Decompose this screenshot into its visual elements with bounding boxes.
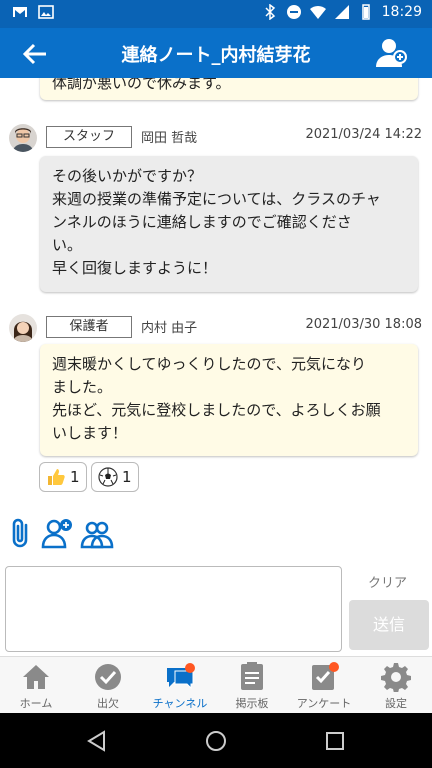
- message-input[interactable]: [5, 566, 342, 652]
- clock-time: 18:29: [381, 4, 422, 20]
- tab-survey[interactable]: アンケート: [288, 657, 360, 714]
- message-text-line: 早く回復しますように！: [52, 259, 218, 277]
- do-not-disturb-icon: [286, 5, 301, 19]
- tab-label: 設定: [385, 697, 407, 710]
- nav-back-icon[interactable]: [86, 730, 108, 752]
- bluetooth-icon: [265, 4, 275, 20]
- tab-label: アンケート: [296, 697, 352, 710]
- message-timestamp: 2021/03/24 14:22: [305, 127, 422, 142]
- attachment-toolbar: [8, 516, 114, 550]
- reaction-count: 1: [70, 468, 80, 486]
- home-icon: [23, 665, 49, 689]
- nav-home-icon[interactable]: [205, 730, 227, 752]
- members-icon[interactable]: [372, 35, 410, 73]
- message-bubble: 週末暖かくしてゆっくりしたので、元気になり ました。 先ほど、元気に登校しました…: [40, 344, 418, 456]
- tab-label: 掲示板: [235, 697, 269, 710]
- image-icon: [38, 5, 54, 19]
- signal-icon: [334, 5, 349, 19]
- reaction-thumbs-up[interactable]: 1: [39, 462, 87, 492]
- parent-avatar[interactable]: [9, 314, 37, 342]
- message-text-line: 体調が悪いので休みます。: [52, 78, 231, 92]
- status-bar: 18:29: [0, 0, 432, 28]
- check-circle-icon: [95, 664, 121, 690]
- paperclip-icon[interactable]: [8, 516, 34, 550]
- nav-recents-icon[interactable]: [325, 731, 345, 751]
- message-text-line: ました。: [52, 378, 113, 396]
- gear-icon: [381, 663, 411, 692]
- tab-settings[interactable]: 設定: [360, 657, 432, 714]
- tab-home[interactable]: ホーム: [0, 657, 72, 714]
- system-nav-bar: [0, 713, 432, 768]
- staff-avatar[interactable]: [9, 124, 37, 152]
- tab-label: チャンネル: [152, 697, 208, 710]
- reaction-count: 1: [122, 468, 132, 486]
- tab-attendance[interactable]: 出欠: [72, 657, 144, 714]
- back-arrow-icon[interactable]: [20, 39, 50, 69]
- chat-icon: [167, 663, 195, 690]
- message-bubble: その後いかがですか？ 来週の授業の準備予定については、クラスのチャ ンネルのほう…: [40, 156, 418, 292]
- message-bubble: 体調が悪いので休みます。: [40, 78, 418, 100]
- survey-icon: [312, 662, 339, 690]
- gmail-icon: [13, 7, 27, 17]
- message-text-line: 週末暖かくしてゆっくりしたので、元気になり: [52, 355, 366, 373]
- mention-group-icon[interactable]: [80, 516, 114, 550]
- soccer-ball-icon: [98, 467, 118, 487]
- role-badge: スタッフ: [46, 126, 132, 148]
- message-text-line: ンネルのほうに連絡しますのでご確認くださ: [52, 213, 352, 231]
- thumbs-up-icon: [48, 469, 65, 485]
- message-text-line: 来週の授業の準備予定については、クラスのチャ: [52, 190, 381, 208]
- message-header: 保護者 内村 由子 2021/03/30 18:08: [0, 314, 432, 342]
- message-text-line: その後いかがですか？: [52, 167, 203, 185]
- sender-name: 岡田 哲哉: [141, 131, 198, 146]
- app-bar: 連絡ノート_内村結芽花: [0, 28, 432, 78]
- tab-label: ホーム: [19, 697, 53, 710]
- message-timestamp: 2021/03/30 18:08: [305, 317, 422, 332]
- clear-button[interactable]: クリア: [368, 572, 407, 591]
- tab-channel[interactable]: チャンネル: [144, 657, 216, 714]
- wifi-icon: [309, 5, 326, 19]
- message-text-line: いします！: [52, 424, 128, 442]
- mention-user-icon[interactable]: [40, 516, 74, 550]
- sender-name: 内村 由子: [141, 321, 198, 336]
- message-list[interactable]: 体調が悪いので休みます。 スタッフ 岡田 哲哉 2021/03/24 14:22…: [0, 78, 432, 656]
- message-header: スタッフ 岡田 哲哉 2021/03/24 14:22: [0, 124, 432, 152]
- tab-label: 出欠: [97, 697, 119, 710]
- tab-board[interactable]: 掲示板: [216, 657, 288, 714]
- bottom-tab-bar: ホーム 出欠 チャンネル 掲示板 アンケート 設定: [0, 656, 432, 714]
- reaction-soccer-ball[interactable]: 1: [91, 462, 139, 492]
- send-button[interactable]: 送信: [349, 600, 429, 650]
- message-text-line: い。: [52, 236, 83, 254]
- role-badge: 保護者: [46, 316, 132, 338]
- battery-icon: [361, 4, 370, 20]
- message-text-line: 先ほど、元気に登校しましたので、よろしくお願: [52, 401, 381, 419]
- page-title: 連絡ノート_内村結芽花: [121, 45, 311, 66]
- board-icon: [241, 662, 263, 690]
